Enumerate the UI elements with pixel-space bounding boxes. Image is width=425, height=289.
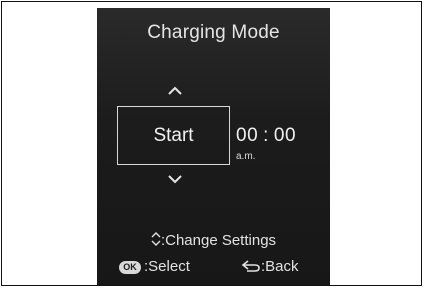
change-settings-hint: :Change Settings [97, 232, 330, 250]
time-display[interactable]: 00:00 [236, 125, 296, 147]
screen-title: Charging Mode [147, 22, 280, 43]
back-label: :Back [261, 258, 299, 275]
start-option-label: Start [153, 124, 194, 146]
display-screen: Charging Mode Start 00:00 a.m. :Change S… [97, 8, 330, 285]
select-label: :Select [144, 258, 190, 275]
change-settings-label: :Change Settings [160, 232, 277, 249]
chevron-up-icon[interactable] [167, 86, 183, 96]
up-down-arrows-icon [151, 232, 161, 250]
time-separator: : [263, 125, 269, 146]
key-hints-row: OK:Select :Back [119, 258, 330, 275]
time-minutes: 00 [273, 125, 297, 146]
back-hint: :Back [241, 258, 299, 276]
time-period: a.m. [236, 151, 256, 162]
start-option-selector[interactable]: Start [117, 106, 230, 165]
time-hours: 00 [236, 125, 259, 146]
ok-button-icon: OK [119, 260, 141, 274]
chevron-down-icon[interactable] [167, 174, 183, 184]
back-arrow-icon [241, 259, 261, 276]
